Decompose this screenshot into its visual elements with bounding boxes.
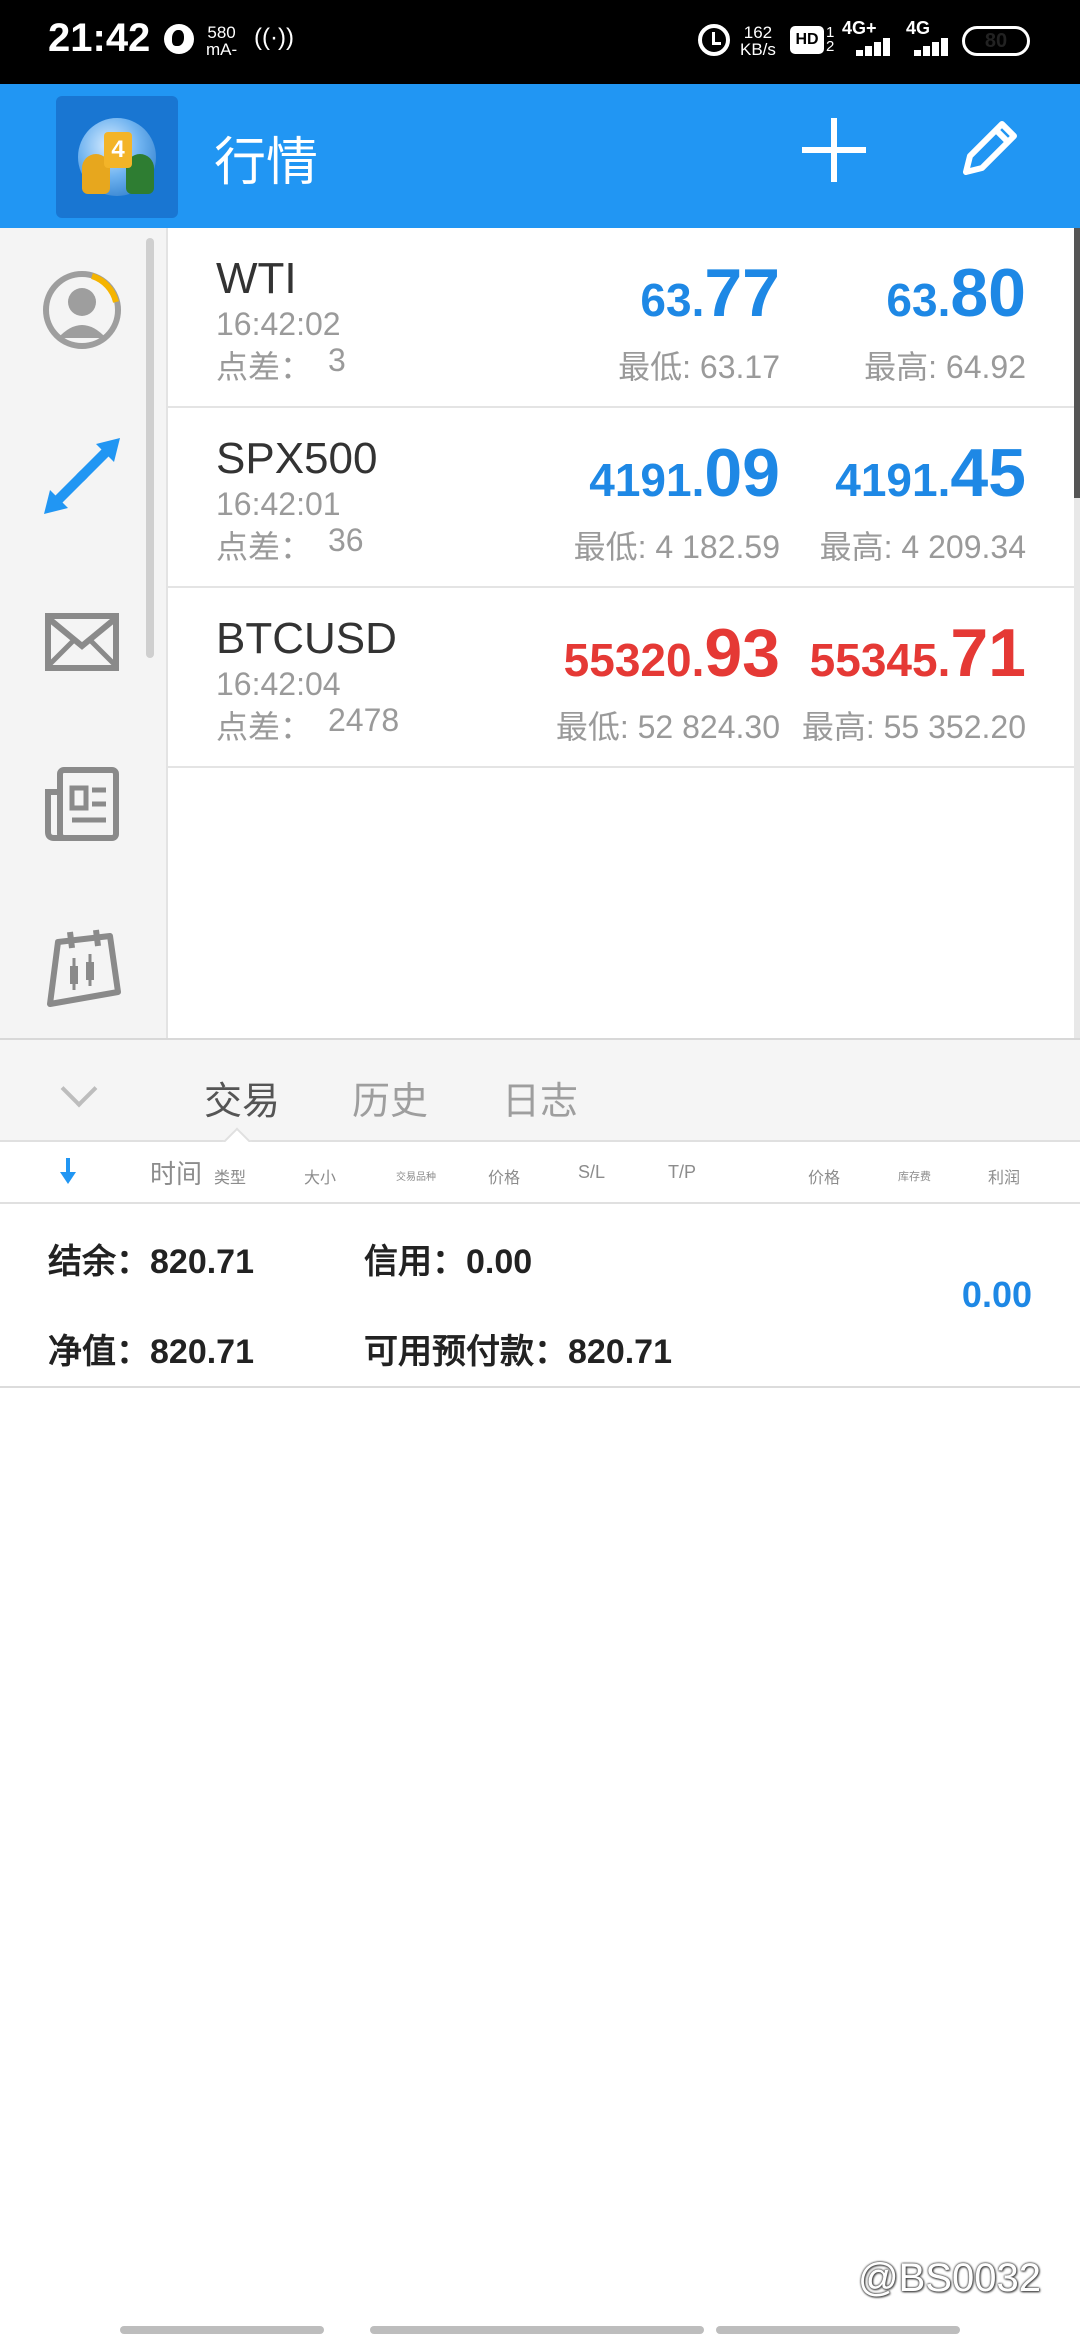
mail-icon[interactable] [40,600,124,684]
account-equity: 净值：820.71 [48,1333,254,1371]
ask-price-pips: 80 [950,255,1026,331]
terminal-tabs: 交易 历史 日志 [0,1038,1080,1159]
column-sl[interactable]: S/L [578,1162,605,1183]
trade-arrows-icon[interactable] [40,434,124,518]
nav-bar-segment[interactable] [120,2326,324,2334]
column-time[interactable]: 时间 [150,1154,202,1191]
current-value: 580 [207,23,236,42]
quote-high: 最高: 55 352.20 [801,709,1026,745]
column-price[interactable]: 价格 [488,1164,520,1188]
tab-journal[interactable]: 日志 [502,1070,578,1125]
battery-level: 80 [984,30,1008,52]
quote-spread-label: 点差： [216,349,313,385]
news-icon[interactable] [40,762,124,846]
hd-sub-bottom: 2 [826,38,835,55]
ask-price-pips: 71 [950,615,1026,691]
sort-arrow-icon[interactable] [58,1158,78,1188]
quote-ask-price: 63.80 [886,254,1026,332]
quote-time: 16:42:01 [216,486,341,522]
app-bar: 4 行情 [0,84,1080,228]
bid-price-pips: 93 [704,615,780,691]
quote-bid-price: 63.77 [640,254,780,332]
account-credit: 信用：0.00 [364,1243,533,1281]
bid-price-pips: 09 [704,435,780,511]
account-summary[interactable]: 结余：820.71 信用：0.00 净值：820.71 可用预付款：820.71… [0,1204,1080,1388]
tab-trade[interactable]: 交易 [204,1070,280,1125]
quotes-scrollbar[interactable] [1074,228,1080,1038]
quote-bid-price: 4191.09 [589,434,780,512]
nav-bar-segment[interactable] [716,2326,960,2334]
current-indicator: 580 mA- [206,24,237,58]
add-symbol-button[interactable] [798,114,870,186]
chevron-down-icon[interactable] [60,1070,98,1108]
bid-price-main: 55320. [563,634,705,686]
quote-spread-label: 点差： [216,709,313,745]
calendar-icon[interactable] [40,928,124,1012]
quote-high: 最高: 4 209.34 [819,529,1026,565]
quote-time: 16:42:04 [216,666,341,702]
ask-price-main: 63. [886,274,951,326]
bid-price-main: 4191. [589,454,705,506]
logo-badge: 4 [104,132,132,168]
quote-bid-price: 55320.93 [564,614,780,692]
quote-row[interactable]: BTCUSD 16:42:04 点差： 2478 55320.93 55345.… [168,588,1074,768]
tab-history[interactable]: 历史 [352,1070,428,1125]
page-title: 行情 [214,134,319,192]
column-symbol[interactable]: 交易品种 [396,1168,436,1183]
quote-low: 最低: 52 824.30 [555,709,780,745]
terminal-column-header: 时间 类型 大小 交易品种 价格 S/L T/P 价格 库存费 利润 [0,1142,1080,1204]
account-balance: 结余：820.71 [48,1243,254,1281]
signal-icon [848,36,892,56]
ask-price-main: 55345. [809,634,951,686]
hd-sim-index: 1 2 [826,25,835,55]
status-time: 21:42 [48,16,151,60]
account-profit: 0.00 [961,1274,1032,1315]
battery-icon: 80 [962,26,1030,56]
speed-value: 162 [743,23,773,42]
sidebar [0,228,168,1038]
quote-symbol: WTI [216,254,297,303]
column-current-price[interactable]: 价格 [808,1164,840,1188]
account-icon[interactable] [40,268,124,352]
edit-icon[interactable] [954,112,1026,184]
column-type[interactable]: 类型 [214,1164,246,1188]
quote-symbol: SPX500 [216,434,378,483]
account-free-margin: 可用预付款：820.71 [364,1333,672,1371]
column-tp[interactable]: T/P [668,1162,696,1183]
quote-ask-price: 55345.71 [810,614,1026,692]
quotes-list: WTI 16:42:02 点差： 3 63.77 63.80 最低: 63.17… [168,228,1080,1038]
quote-spread-label: 点差： [216,529,313,565]
signal-icon [906,36,950,56]
watermark: @BS0032 [858,2256,1041,2300]
quote-low: 最低: 63.17 [618,349,780,385]
quote-row[interactable]: SPX500 16:42:01 点差： 36 4191.09 4191.45 最… [168,408,1074,588]
hd-icon: HD [790,26,824,54]
column-profit[interactable]: 利润 [988,1164,1020,1188]
app-logo[interactable]: 4 [56,96,178,218]
current-unit: mA- [206,40,238,59]
sidebar-scrollbar[interactable] [146,238,154,658]
ask-price-pips: 45 [950,435,1026,511]
quote-low: 最低: 4 182.59 [573,529,780,565]
column-size[interactable]: 大小 [304,1164,336,1188]
speed-unit: KB/s [740,40,776,59]
quote-spread: 2478 [328,702,400,738]
nav-bar-segment[interactable] [370,2326,704,2334]
hotspot-icon: ((·)) [254,24,294,51]
globe-icon [164,24,194,54]
quote-time: 16:42:02 [216,306,341,342]
ask-price-main: 4191. [835,454,951,506]
quote-symbol: BTCUSD [216,614,397,663]
bid-price-pips: 77 [704,255,780,331]
status-bar: 21:42 580 mA- ((·)) 162 KB/s HD 1 2 4G+ … [0,0,1080,84]
alarm-icon [698,24,730,56]
quote-spread: 3 [328,342,346,378]
quote-high: 最高: 64.92 [864,349,1026,385]
bid-price-main: 63. [640,274,705,326]
quote-spread: 36 [328,522,364,558]
quote-row[interactable]: WTI 16:42:02 点差： 3 63.77 63.80 最低: 63.17… [168,228,1074,408]
column-swap[interactable]: 库存费 [898,1168,931,1184]
net-speed: 162 KB/s [740,24,776,58]
quote-ask-price: 4191.45 [835,434,1026,512]
